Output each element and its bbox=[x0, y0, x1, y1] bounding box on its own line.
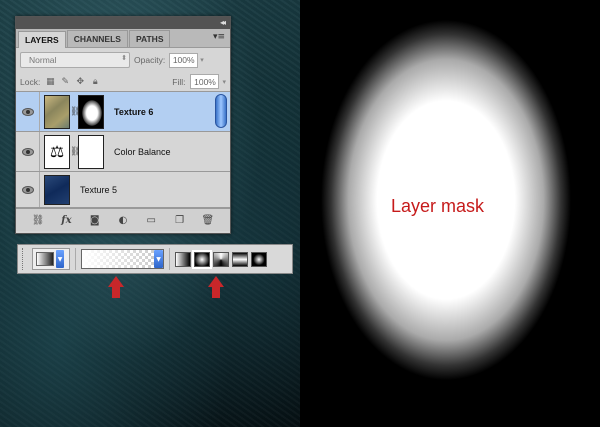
lock-transparency-icon[interactable]: ▦ bbox=[45, 77, 55, 87]
angle-gradient-button[interactable] bbox=[213, 251, 229, 267]
tool-preset-picker[interactable]: ▼ bbox=[32, 248, 70, 270]
gradient-picker[interactable]: ▼ bbox=[81, 249, 164, 269]
layer-mask-label: Layer mask bbox=[391, 196, 485, 216]
panel-menu-icon[interactable]: ▾≡ bbox=[213, 32, 225, 42]
gradient-preview[interactable] bbox=[82, 250, 154, 268]
trash-icon[interactable]: 🗑︎ bbox=[200, 215, 216, 226]
fill-field[interactable]: 100% bbox=[190, 74, 220, 89]
tab-layers[interactable]: LAYERS bbox=[18, 31, 66, 48]
layer-thumbnail[interactable] bbox=[44, 174, 70, 205]
panel-tabs: LAYERS CHANNELS PATHS ▾≡ bbox=[16, 29, 230, 48]
layer-row-color-balance[interactable]: ⚖ ⛓ Color Balance bbox=[16, 132, 230, 172]
arrow-up-icon bbox=[208, 276, 224, 300]
gradient-tool-icon bbox=[36, 252, 54, 266]
diamond-gradient-button[interactable] bbox=[251, 251, 267, 267]
reflected-gradient-button[interactable] bbox=[232, 251, 248, 267]
blend-mode-select[interactable]: Normal ⬍ bbox=[20, 52, 130, 68]
visibility-toggle[interactable] bbox=[16, 172, 40, 207]
lock-all-icon[interactable]: 🔒︎ bbox=[90, 77, 100, 87]
chevron-down-icon[interactable]: ▼ bbox=[56, 250, 64, 268]
eye-icon bbox=[21, 107, 34, 116]
blend-row: Normal ⬍ Opacity: 100% ▾ bbox=[16, 48, 230, 72]
eye-icon bbox=[21, 147, 34, 156]
adjustment-layer-icon[interactable]: ◐ bbox=[115, 215, 131, 226]
fill-dropdown-icon[interactable]: ▾ bbox=[222, 78, 226, 86]
layer-row-texture-6[interactable]: ⛓ Texture 6 bbox=[16, 92, 230, 132]
lock-position-icon[interactable]: ✥ bbox=[75, 77, 85, 87]
visibility-toggle[interactable] bbox=[16, 132, 40, 171]
lock-label: Lock: bbox=[20, 76, 41, 87]
layer-name: Texture 5 bbox=[80, 184, 118, 195]
new-layer-icon[interactable]: ❐ bbox=[172, 215, 188, 226]
toolbar-grip[interactable] bbox=[22, 248, 26, 270]
opacity-field[interactable]: 100% bbox=[169, 52, 199, 68]
fx-icon[interactable]: fx bbox=[58, 215, 74, 226]
folder-icon[interactable]: ▭ bbox=[143, 215, 159, 226]
fill-label: Fill: bbox=[172, 76, 186, 87]
link-layers-icon[interactable]: ⛓ bbox=[30, 215, 46, 226]
scrollbar-thumb[interactable] bbox=[215, 94, 227, 128]
eye-icon bbox=[21, 185, 34, 194]
chain-link-icon[interactable]: ⛓ bbox=[70, 147, 81, 157]
add-mask-icon[interactable]: ◙ bbox=[87, 215, 103, 226]
panel-footer: ⛓ fx ◙ ◐ ▭ ❐ 🗑︎ bbox=[16, 208, 230, 231]
balance-scale-icon[interactable]: ⚖ bbox=[44, 134, 70, 169]
tab-channels[interactable]: CHANNELS bbox=[66, 30, 128, 47]
arrow-up-icon bbox=[108, 276, 124, 300]
layers-panel: ◂◂ LAYERS CHANNELS PATHS ▾≡ Normal ⬍ Opa… bbox=[15, 16, 231, 234]
chain-link-icon[interactable]: ⛓ bbox=[70, 107, 81, 117]
opacity-label: Opacity: bbox=[134, 55, 166, 65]
tab-paths[interactable]: PATHS bbox=[128, 30, 171, 47]
linear-gradient-button[interactable] bbox=[175, 251, 191, 267]
gradient-options-bar: ▼ ▼ bbox=[17, 244, 293, 274]
layer-name: Color Balance bbox=[114, 146, 171, 157]
blend-mode-value: Normal bbox=[29, 55, 57, 65]
layer-row-texture-5[interactable]: Texture 5 bbox=[16, 172, 230, 208]
mask-thumbnail[interactable] bbox=[78, 134, 104, 169]
divider bbox=[169, 248, 170, 270]
divider bbox=[75, 248, 76, 270]
collapse-icon[interactable]: ◂◂ bbox=[220, 18, 226, 27]
lock-pixels-icon[interactable]: ✎ bbox=[60, 77, 70, 87]
mask-thumbnail[interactable] bbox=[78, 94, 104, 129]
lock-row: Lock: ▦ ✎ ✥ 🔒︎ Fill: 100% ▾ bbox=[16, 72, 230, 92]
layer-name: Texture 6 bbox=[114, 106, 154, 117]
radial-gradient-button[interactable] bbox=[192, 249, 212, 269]
visibility-toggle[interactable] bbox=[16, 92, 40, 131]
layer-thumbnail[interactable] bbox=[44, 94, 70, 129]
chevron-updown-icon: ⬍ bbox=[121, 55, 127, 62]
panel-titlebar[interactable]: ◂◂ bbox=[16, 17, 230, 29]
opacity-dropdown-icon[interactable]: ▾ bbox=[200, 56, 204, 64]
chevron-down-icon[interactable]: ▼ bbox=[154, 250, 163, 268]
